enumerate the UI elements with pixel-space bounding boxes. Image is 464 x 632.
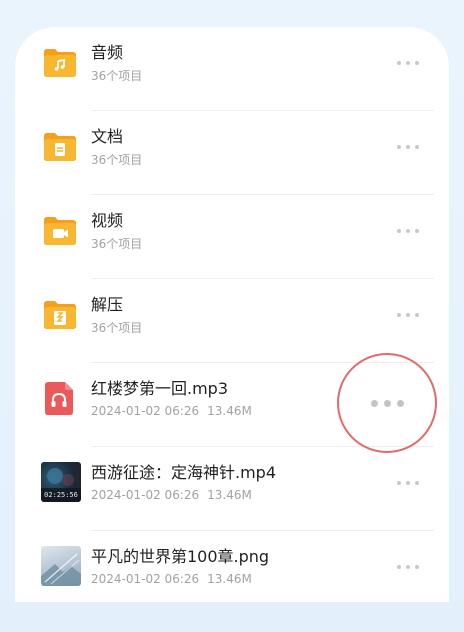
list-item-document-folder[interactable]: 文档 36个项目 [15,111,449,195]
headphones-file-icon [45,382,73,415]
more-options-button[interactable] [397,477,419,489]
file-name: 西游征途：定海神针.mp4 [91,463,277,482]
file-size: 13.46M [207,488,252,502]
video-folder-icon [44,217,76,245]
item-count: 36个项目 [91,153,143,167]
file-name: 视频 [91,211,124,230]
file-size: 13.46M [207,572,252,586]
more-options-button[interactable] [397,141,419,153]
dot-icon [397,565,401,569]
dot-icon [383,399,391,407]
dot-icon [415,313,419,317]
dot-icon [397,313,401,317]
file-meta: 2024-01-02 06:26 13.46M [91,488,252,502]
item-count: 36个项目 [91,321,143,335]
video-thumbnail: 02:25:56 [41,462,81,502]
file-date: 2024-01-02 06:26 [91,404,200,418]
image-thumbnail [41,546,81,586]
file-date: 2024-01-02 06:26 [91,488,200,502]
video-duration: 02:25:56 [44,491,78,499]
more-options-button[interactable] [397,309,419,321]
more-options-button[interactable] [397,225,419,237]
dot-icon [397,229,401,233]
more-options-button-highlighted[interactable] [337,353,437,453]
dot-icon [415,229,419,233]
dot-icon [397,481,401,485]
item-count: 36个项目 [91,237,143,251]
dot-icon [406,145,410,149]
file-size: 13.46M [207,404,252,418]
file-list-panel: 音频 36个项目 文档 36个项目 视频 36个项目 解压 36个项目 红楼梦第… [15,27,449,602]
image-scene [41,553,81,586]
list-item-audio-folder[interactable]: 音频 36个项目 [15,27,449,111]
dot-icon [406,313,410,317]
list-item-video-folder[interactable]: 视频 36个项目 [15,195,449,279]
file-name: 解压 [91,295,124,314]
more-options-button[interactable] [397,561,419,573]
file-name: 文档 [91,127,124,146]
file-name: 平凡的世界第100章.png [91,547,270,566]
dot-icon [406,565,410,569]
dot-icon [397,145,401,149]
dot-icon [406,481,410,485]
file-meta: 2024-01-02 06:26 13.46M [91,404,252,418]
dot-icon [406,61,410,65]
list-item-video-file[interactable]: 02:25:56 西游征途：定海神针.mp4 2024-01-02 06:26 1… [15,447,449,531]
more-options-button[interactable] [397,57,419,69]
dot-icon [415,145,419,149]
list-item-image-file[interactable]: 平凡的世界第100章.png 2024-01-02 06:26 13.46M [15,531,449,602]
item-count: 36个项目 [91,69,143,83]
music-folder-icon [44,49,76,77]
file-name: 红楼梦第一回.mp3 [91,379,229,398]
dot-icon [370,399,378,407]
dot-icon [415,481,419,485]
document-folder-icon [44,133,76,161]
file-date: 2024-01-02 06:26 [91,572,200,586]
file-meta: 2024-01-02 06:26 13.46M [91,572,252,586]
file-name: 音频 [91,43,124,62]
dot-icon [406,229,410,233]
dot-icon [397,61,401,65]
dot-icon [415,565,419,569]
dot-icon [396,399,404,407]
archive-folder-icon [44,301,76,329]
list-item-archive-folder[interactable]: 解压 36个项目 [15,279,449,363]
dot-icon [415,61,419,65]
